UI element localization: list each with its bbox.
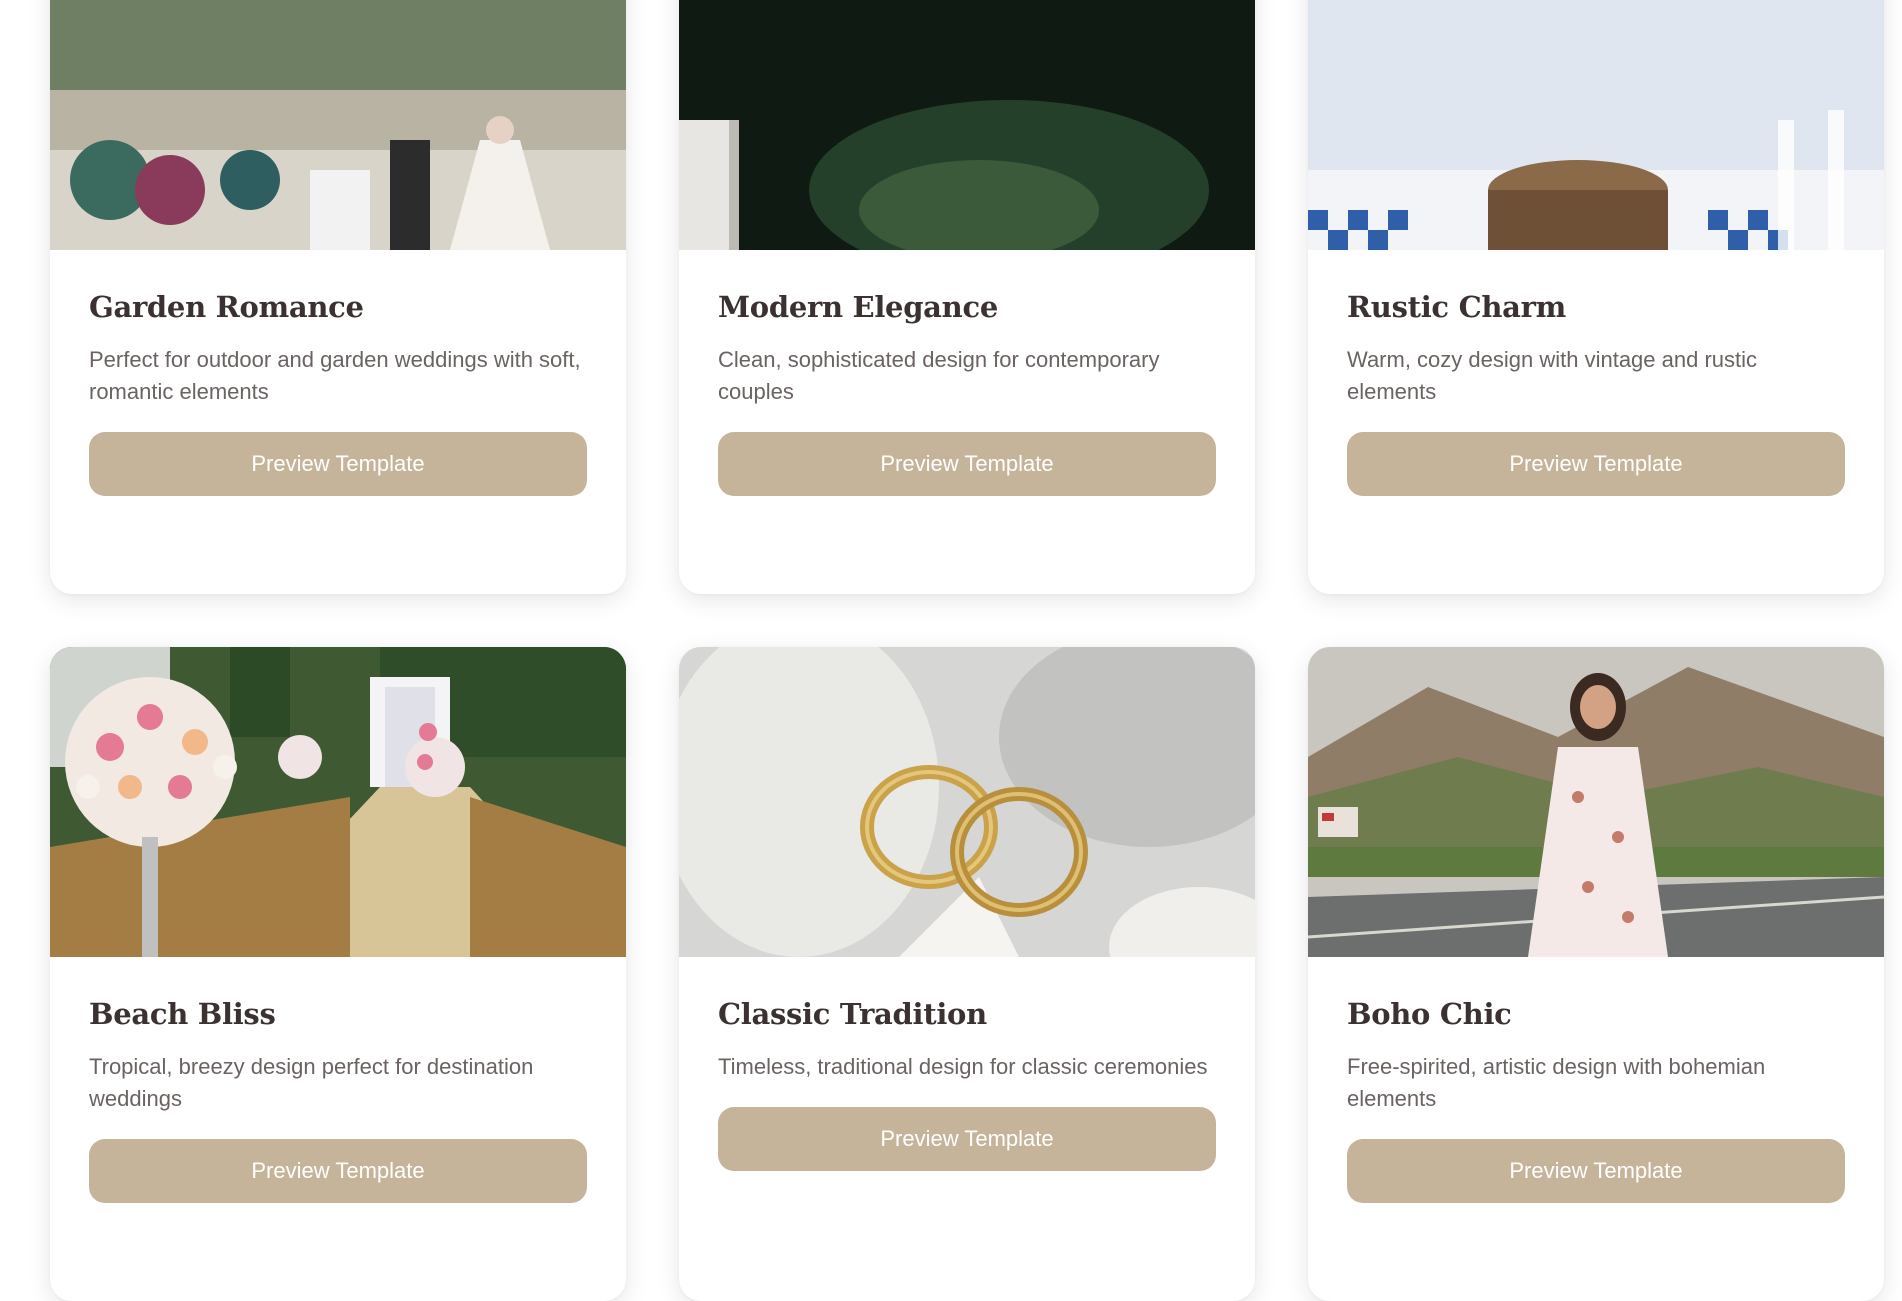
template-card-classic-tradition: Classic Tradition Timeless, traditional …: [679, 647, 1255, 1301]
preview-template-button[interactable]: Preview Template: [718, 1107, 1216, 1171]
modern-wedding-photo: [679, 0, 1255, 250]
template-card-garden-romance: Garden Romance Perfect for outdoor and g…: [50, 0, 626, 594]
card-title: Beach Bliss: [89, 997, 276, 1031]
ceremony-aisle-flowers-photo: [50, 647, 626, 957]
template-card-beach-bliss: Beach Bliss Tropical, breezy design perf…: [50, 647, 626, 1301]
card-title: Modern Elegance: [718, 290, 998, 324]
garden-wedding-photo: [50, 0, 626, 250]
template-grid: Garden Romance Perfect for outdoor and g…: [50, 0, 1884, 1301]
preview-template-button[interactable]: Preview Template: [718, 432, 1216, 496]
boho-woman-road-photo: [1308, 647, 1884, 957]
template-card-rustic-charm: Rustic Charm Warm, cozy design with vint…: [1308, 0, 1884, 594]
card-description: Tropical, breezy design perfect for dest…: [89, 1054, 534, 1111]
card-title: Classic Tradition: [718, 997, 987, 1031]
card-title: Boho Chic: [1347, 997, 1512, 1031]
preview-template-button[interactable]: Preview Template: [89, 432, 587, 496]
card-description: Timeless, traditional design for classic…: [718, 1054, 1208, 1079]
card-title: Rustic Charm: [1347, 290, 1566, 324]
preview-template-button[interactable]: Preview Template: [89, 1139, 587, 1203]
card-description: Warm, cozy design with vintage and rusti…: [1347, 347, 1758, 404]
card-description: Free-spirited, artistic design with bohe…: [1347, 1054, 1766, 1111]
preview-template-button[interactable]: Preview Template: [1347, 432, 1845, 496]
template-card-boho-chic: Boho Chic Free-spirited, artistic design…: [1308, 647, 1884, 1301]
card-description: Perfect for outdoor and garden weddings …: [89, 347, 581, 404]
card-title: Garden Romance: [89, 290, 364, 324]
wedding-rings-photo: [679, 647, 1255, 957]
rustic-table-photo: [1308, 0, 1884, 250]
template-card-modern-elegance: Modern Elegance Clean, sophisticated des…: [679, 0, 1255, 594]
preview-template-button[interactable]: Preview Template: [1347, 1139, 1845, 1203]
card-description: Clean, sophisticated design for contempo…: [718, 347, 1160, 404]
